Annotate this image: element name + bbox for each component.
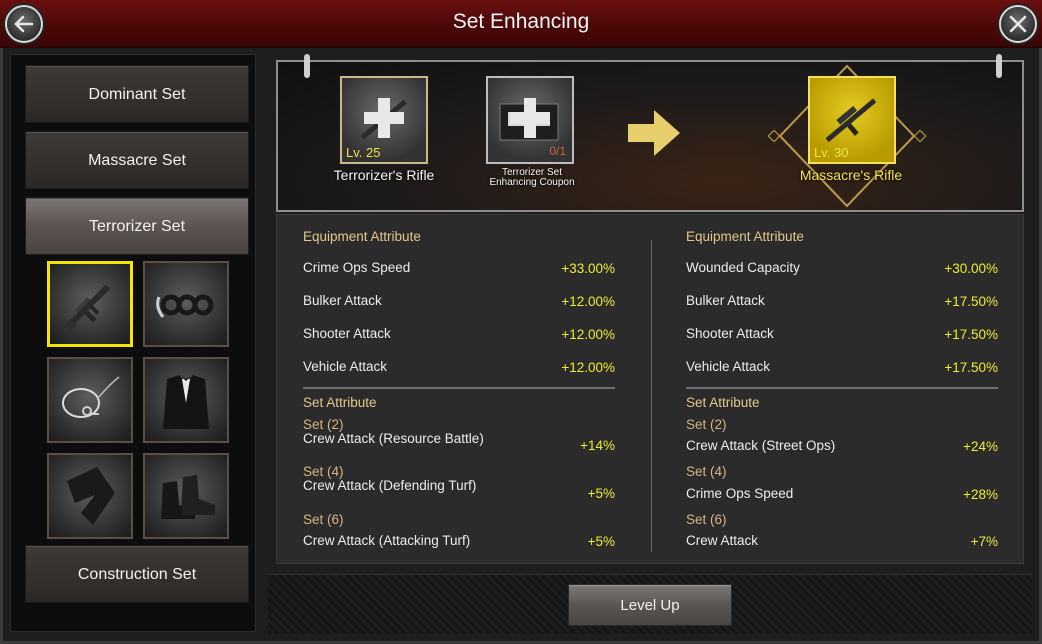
pants-icon bbox=[67, 467, 115, 525]
attribute-label: Vehicle Attack bbox=[303, 359, 388, 374]
attribute-value: +33.00% bbox=[561, 261, 615, 276]
set-tier-label: Set (4) bbox=[303, 464, 344, 479]
equipment-slot-boots[interactable] bbox=[143, 453, 229, 539]
set-bonus-label: Crew Attack (Defending Turf) bbox=[303, 478, 477, 493]
rifle-icon bbox=[64, 284, 111, 332]
banner-pin bbox=[996, 54, 1002, 78]
set-tier-label: Set (4) bbox=[686, 464, 727, 479]
source-item-box[interactable]: Lv. 25 bbox=[340, 76, 428, 164]
set-bonus-label: Crew Attack bbox=[686, 533, 759, 548]
result-item-box: Lv. 30 bbox=[808, 76, 896, 164]
set-button-massacre[interactable]: Massacre Set bbox=[25, 131, 249, 189]
material-count: 0/1 bbox=[549, 144, 566, 158]
source-item-name: Terrorizer's Rifle bbox=[333, 167, 435, 183]
close-icon bbox=[1009, 15, 1027, 33]
set-bonus-value: +7% bbox=[970, 534, 998, 549]
attribute-label: Vehicle Attack bbox=[686, 359, 771, 374]
set-list-panel: Dominant Set Massacre Set Terrorizer Set bbox=[10, 54, 256, 632]
set-bonus-value: +5% bbox=[587, 486, 615, 501]
set-tier-label: Set (6) bbox=[686, 512, 727, 527]
attribute-value: +17.50% bbox=[944, 327, 998, 342]
material-item-name: Terrorizer Set Enhancing Coupon bbox=[489, 167, 575, 188]
attribute-label: Shooter Attack bbox=[686, 326, 774, 341]
section-divider bbox=[303, 387, 615, 389]
set-bonus-value: +14% bbox=[580, 438, 615, 453]
material-item-box[interactable]: 0/1 bbox=[486, 76, 574, 164]
attribute-value: +12.00% bbox=[561, 294, 615, 309]
set-bonus-label: Crime Ops Speed bbox=[686, 486, 794, 501]
attribute-label: Bulker Attack bbox=[686, 293, 765, 308]
section-divider bbox=[686, 387, 998, 389]
back-button[interactable] bbox=[5, 5, 43, 43]
close-button[interactable] bbox=[999, 5, 1037, 43]
set-button-terrorizer[interactable]: Terrorizer Set bbox=[25, 197, 249, 255]
window-title: Set Enhancing bbox=[452, 10, 590, 33]
equipment-attribute-header: Equipment Attribute bbox=[686, 229, 804, 244]
current-attributes: Equipment Attribute Crime Ops Speed +33.… bbox=[303, 215, 615, 565]
equipment-slot-pants[interactable] bbox=[47, 453, 133, 539]
next-attributes: Equipment Attribute Wounded Capacity +30… bbox=[686, 215, 998, 565]
result-item-name: Massacre's Rifle bbox=[799, 167, 903, 183]
set-attribute-header: Set Attribute bbox=[303, 395, 377, 410]
set-tier-label: Set (6) bbox=[303, 512, 344, 527]
back-arrow-icon bbox=[14, 15, 34, 33]
set-attribute-header: Set Attribute bbox=[686, 395, 760, 410]
level-up-button[interactable]: Level Up bbox=[568, 584, 732, 626]
key-chain-icon bbox=[62, 376, 120, 418]
attribute-label: Crime Ops Speed bbox=[303, 260, 411, 275]
attribute-value: +12.00% bbox=[561, 327, 615, 342]
upgrade-banner: Lv. 25 Terrorizer's Rifle 0/1 Terrorizer… bbox=[276, 54, 1024, 212]
set-bonus-value: +24% bbox=[963, 439, 998, 454]
attributes-panel: Equipment Attribute Crime Ops Speed +33.… bbox=[276, 214, 1024, 564]
arrow-right-icon bbox=[628, 110, 680, 156]
set-bonus-label: Crew Attack (Street Ops) bbox=[686, 438, 836, 453]
banner-pin bbox=[304, 54, 310, 78]
column-divider bbox=[651, 240, 652, 552]
set-bonus-label: Crew Attack (Attacking Turf) bbox=[303, 533, 471, 548]
title-bar: Set Enhancing bbox=[0, 0, 1042, 48]
equipment-slot-rifle[interactable] bbox=[47, 261, 133, 347]
source-level: Lv. 25 bbox=[346, 145, 381, 160]
set-tier-label: Set (2) bbox=[303, 417, 344, 432]
brass-knuckles-icon bbox=[156, 294, 214, 318]
set-button-construction[interactable]: Construction Set bbox=[25, 545, 249, 603]
attribute-value: +12.00% bbox=[561, 360, 615, 375]
tuxedo-jacket-icon bbox=[163, 375, 209, 429]
boots-icon bbox=[161, 475, 215, 519]
equipment-slot-knuckles[interactable] bbox=[143, 261, 229, 347]
set-button-dominant[interactable]: Dominant Set bbox=[25, 65, 249, 123]
attribute-label: Bulker Attack bbox=[303, 293, 382, 308]
attribute-value: +17.50% bbox=[944, 294, 998, 309]
equipment-slot-jacket[interactable] bbox=[143, 357, 229, 443]
attribute-value: +17.50% bbox=[944, 360, 998, 375]
attribute-value: +30.00% bbox=[944, 261, 998, 276]
attribute-label: Shooter Attack bbox=[303, 326, 391, 341]
equipment-attribute-header: Equipment Attribute bbox=[303, 229, 421, 244]
set-bonus-value: +5% bbox=[587, 534, 615, 549]
result-level: Lv. 30 bbox=[814, 145, 849, 160]
set-bonus-label: Crew Attack (Resource Battle) bbox=[303, 431, 484, 446]
equipment-slot-keychain[interactable] bbox=[47, 357, 133, 443]
set-tier-label: Set (2) bbox=[686, 417, 727, 432]
attribute-label: Wounded Capacity bbox=[686, 260, 800, 275]
set-bonus-value: +28% bbox=[963, 487, 998, 502]
